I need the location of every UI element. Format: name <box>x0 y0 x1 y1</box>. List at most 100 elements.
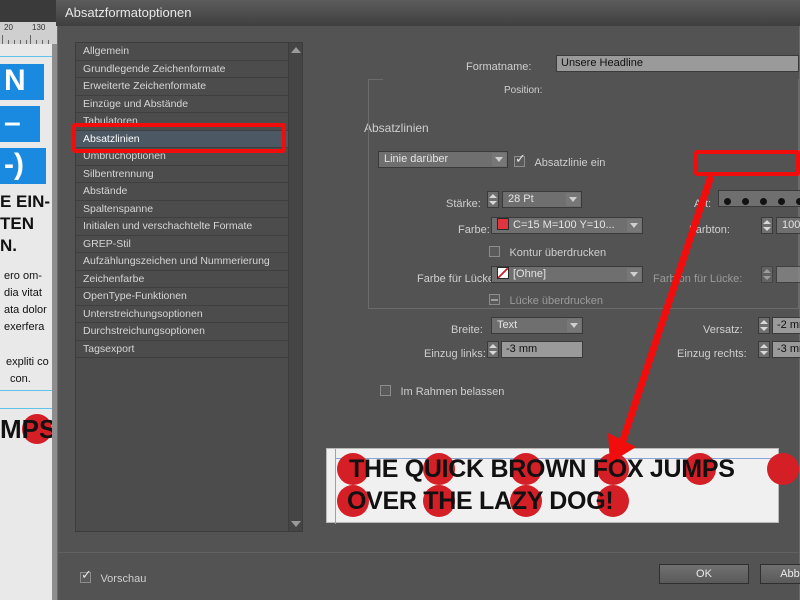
format-name-input[interactable]: Unsere Headline <box>556 55 799 72</box>
weight-stepper[interactable] <box>487 191 499 208</box>
rule-enabled-label: Absatzlinie ein <box>534 157 606 169</box>
sidebar-item-spaltenspanne[interactable]: Spaltenspanne <box>76 201 302 218</box>
horizontal-ruler[interactable]: 20 130 <box>0 22 58 44</box>
width-value: Text <box>497 319 518 331</box>
category-list[interactable]: Allgemein Grundlegende Zeichenformate Erwe… <box>75 42 303 532</box>
sidebar-item-tagsexport[interactable]: Tagsexport <box>76 341 302 358</box>
sidebar-item-label: OpenType-Funktionen <box>83 290 187 302</box>
rule-position-value: Linie darüber <box>384 153 449 165</box>
text-preview: THE QUICK BROWN FOX JUMPS OVER THE LAZY … <box>326 448 799 524</box>
sidebar-item-einz-ge-und-abst-nde[interactable]: Einzüge und Abstände <box>76 96 302 113</box>
annotation-box-sidebar-item <box>72 123 286 153</box>
color-swatch-icon <box>497 218 509 230</box>
sidebar-item-label: Allgemein <box>83 45 130 57</box>
document-canvas[interactable]: N – -) E EIN- TEN N. ero om- dia vitat a… <box>0 44 58 600</box>
annotation-box-art-field <box>694 150 800 176</box>
ruler-tick-label: 20 <box>4 23 13 32</box>
chevron-down-icon[interactable] <box>567 319 581 332</box>
sidebar-item-abst-nde[interactable]: Abstände <box>76 183 302 201</box>
preview-line-2: OVER THE LAZY DOG! <box>347 487 614 515</box>
sidebar-item-label: Durchstreichungsoptionen <box>83 325 205 337</box>
color-select[interactable]: C=15 M=100 Y=10... <box>491 217 643 234</box>
document-text-line: TEN <box>0 214 34 233</box>
sidebar-item-label: Unterstreichungsoptionen <box>83 307 203 320</box>
indent-left-stepper[interactable] <box>487 341 499 358</box>
chevron-down-icon[interactable] <box>627 219 641 232</box>
ruler-tick-label: 130 <box>32 23 46 32</box>
sidebar-item-grundlegende-zeichenformate[interactable]: Grundlegende Zeichenformate <box>76 61 302 78</box>
scroll-down-icon[interactable] <box>289 517 303 531</box>
type-select[interactable] <box>718 190 800 207</box>
dot-glyph <box>724 198 731 205</box>
gap-color-value: [Ohne] <box>513 268 547 280</box>
overprint-stroke-checkbox[interactable]: Kontur überdrucken <box>489 243 606 261</box>
indent-left-input[interactable]: -3 mm <box>501 341 583 358</box>
preview-rule-dot <box>767 453 799 485</box>
sidebar-item-opentype-funktionen[interactable]: OpenType-Funktionen <box>76 288 302 306</box>
checkbox-icon[interactable] <box>514 152 526 167</box>
dotted-line-preview-icon <box>724 195 800 210</box>
offset-stepper[interactable] <box>758 317 770 334</box>
document-text-line: dia vitat <box>4 287 42 299</box>
checkbox-icon[interactable] <box>380 385 391 396</box>
none-swatch-icon <box>497 267 509 279</box>
indent-right-label: Einzug rechts: <box>677 348 747 360</box>
document-text-line: E EIN- <box>0 192 51 211</box>
sidebar-item-initialen-und-verschachtelte-formate[interactable]: Initialen und verschachtelte Formate <box>76 218 302 236</box>
tint-select[interactable]: 100 % <box>776 217 800 234</box>
sidebar-item-label: Grundlegende Zeichenformate <box>83 62 226 75</box>
sidebar-item-label: GREP-Stil <box>83 237 131 250</box>
rule-position-select[interactable]: Linie darüber <box>378 151 508 168</box>
weight-label: Stärke: <box>446 198 481 210</box>
overprint-gap-checkbox: Lücke überdrucken <box>489 291 603 309</box>
indent-left-label: Einzug links: <box>424 348 486 360</box>
tint-stepper[interactable] <box>761 217 773 234</box>
sidebar-item-grep-stil[interactable]: GREP-Stil <box>76 236 302 253</box>
sidebar-item-silbentrennung[interactable]: Silbentrennung <box>76 166 302 183</box>
sidebar-item-allgemein[interactable]: Allgemein <box>76 43 302 61</box>
layout-guide <box>0 390 58 391</box>
dot-glyph <box>796 198 800 205</box>
layout-guide <box>0 56 58 57</box>
width-select[interactable]: Text <box>491 317 583 334</box>
dialog-titlebar[interactable]: Absatzformatoptionen <box>56 0 800 26</box>
sidebar-item-label: Einzüge und Abstände <box>83 97 189 110</box>
document-text-line: MPS <box>0 414 57 444</box>
scroll-up-icon[interactable] <box>289 43 303 57</box>
gap-color-select[interactable]: [Ohne] <box>491 266 643 283</box>
sidebar-item-erweiterte-zeichenformate[interactable]: Erweiterte Zeichenformate <box>76 78 302 96</box>
checkbox-icon[interactable] <box>80 568 92 583</box>
width-label: Breite: <box>451 324 483 336</box>
preview-checkbox[interactable]: Vorschau <box>80 568 146 587</box>
overprint-gap-label: Lücke überdrucken <box>509 295 604 307</box>
cancel-button[interactable]: Abb <box>760 564 800 584</box>
document-text-line: ero om- <box>4 270 42 282</box>
indent-right-input[interactable]: -3 mm <box>772 341 800 358</box>
checkbox-icon[interactable] <box>489 246 500 257</box>
weight-value: 28 Pt <box>508 193 534 205</box>
gap-tint-label: Farbton für Lücke: <box>653 273 743 285</box>
sidebar-item-durchstreichungsoptionen[interactable]: Durchstreichungsoptionen <box>76 323 302 341</box>
sidebar-item-aufz-hlungszeichen-und-nummerierung[interactable]: Aufzählungszeichen und Nummerierung <box>76 253 302 271</box>
ok-button[interactable]: OK <box>659 564 749 584</box>
sidebar-item-label: Initialen und verschachtelte Formate <box>83 220 253 232</box>
keep-in-frame-checkbox[interactable]: Im Rahmen belassen <box>380 382 504 400</box>
preview-line-1: THE QUICK BROWN FOX JUMPS <box>349 455 735 483</box>
chevron-down-icon[interactable] <box>566 193 580 206</box>
chevron-down-icon[interactable] <box>492 153 506 166</box>
offset-label: Versatz: <box>703 324 743 336</box>
indent-right-stepper[interactable] <box>758 341 770 358</box>
preview-margin-guide <box>335 449 336 524</box>
sidebar-item-zeichenfarbe[interactable]: Zeichenfarbe <box>76 271 302 288</box>
sidebar-item-label: Silbentrennung <box>83 167 154 180</box>
document-text-line: ata dolor <box>4 304 47 316</box>
sidebar-item-unterstreichungsoptionen[interactable]: Unterstreichungsoptionen <box>76 306 302 323</box>
offset-input[interactable]: -2 mm <box>772 317 800 334</box>
category-list-scrollbar[interactable] <box>288 43 302 531</box>
rule-enabled-checkbox[interactable]: Absatzlinie ein <box>514 152 606 171</box>
weight-select[interactable]: 28 Pt <box>502 191 582 208</box>
dialog-footer: Vorschau OK Abb <box>58 552 800 600</box>
type-label: Art: <box>694 198 712 210</box>
chevron-down-icon[interactable] <box>627 268 641 281</box>
tint-value: 100 % <box>782 219 800 231</box>
